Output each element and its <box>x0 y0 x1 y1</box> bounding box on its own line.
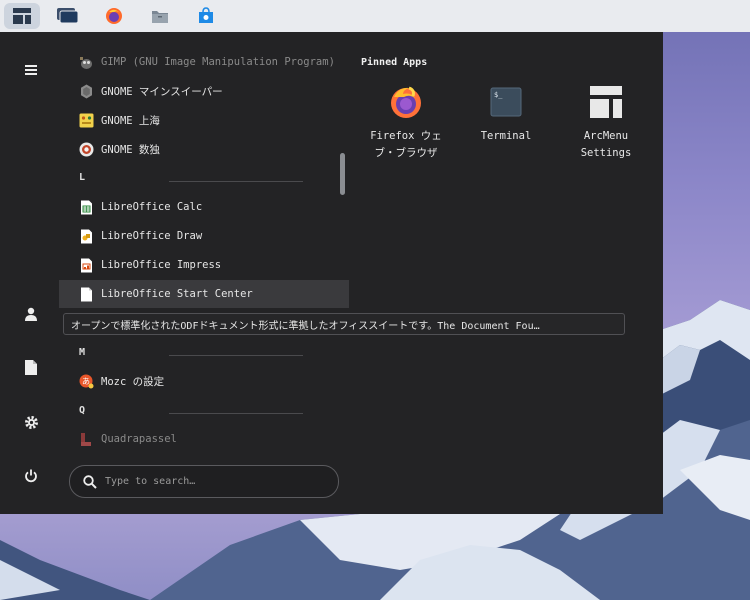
files-icon <box>152 11 168 23</box>
mozc-icon: あ <box>79 374 94 388</box>
software-icon <box>199 7 213 23</box>
gimp-icon <box>80 56 92 69</box>
power-icon <box>25 469 37 483</box>
user-icon <box>25 307 37 321</box>
firefox-launcher[interactable] <box>96 3 132 29</box>
files-launcher[interactable] <box>142 3 178 29</box>
terminal-icon: $_ <box>490 87 522 117</box>
svg-text:あ: あ <box>82 377 90 386</box>
power-button[interactable] <box>21 466 41 486</box>
app-label: LibreOffice Impress <box>101 259 222 271</box>
pinned-terminal[interactable]: $_ Terminal <box>456 82 556 145</box>
quadrapassel-icon <box>81 432 91 446</box>
pinned-label: Terminal <box>480 130 532 142</box>
app-list: GIMP (GNU Image Manipulation Program) GN… <box>59 32 349 452</box>
section-divider <box>169 355 303 356</box>
app-label: LibreOffice Start Center <box>101 288 253 300</box>
calc-icon <box>81 200 92 214</box>
app-gnome-mines[interactable]: GNOME マインスイーパー <box>59 77 349 105</box>
app-libreoffice-impress[interactable]: LibreOffice Impress <box>59 251 349 279</box>
app-label: GNOME 数独 <box>101 143 160 156</box>
sudoku-icon <box>79 142 94 156</box>
app-description-tooltip: オープンで標準化されたODFドキュメント形式に準拠したオフィススイートです。Th… <box>63 313 625 335</box>
firefox-icon <box>391 86 421 118</box>
arcmenu-button[interactable] <box>4 3 40 29</box>
app-libreoffice-calc[interactable]: LibreOffice Calc <box>59 193 349 221</box>
documents-button[interactable] <box>21 357 41 377</box>
top-panel <box>0 0 750 32</box>
arc-menu: GIMP (GNU Image Manipulation Program) GN… <box>0 32 663 514</box>
categories-button[interactable] <box>21 60 41 80</box>
app-mozc-settings[interactable]: あ Mozc の設定 <box>59 367 349 395</box>
mines-icon <box>81 84 92 98</box>
section-divider <box>169 413 303 414</box>
startcenter-icon <box>81 287 92 301</box>
mahjongg-icon <box>79 113 94 127</box>
app-label: Quadrapassel <box>101 433 177 445</box>
app-label: GIMP (GNU Image Manipulation Program) <box>101 56 335 68</box>
workspaces-icon <box>57 8 79 24</box>
pinned-arcmenu-settings[interactable]: ArcMenu Settings <box>556 82 656 162</box>
app-label: Mozc の設定 <box>101 375 165 388</box>
search-icon <box>83 474 97 489</box>
app-list-scrollbar[interactable] <box>340 153 345 195</box>
pinned-label: ArcMenu Settings <box>580 130 632 159</box>
software-launcher[interactable] <box>188 3 224 29</box>
app-gnome-sudoku[interactable]: GNOME 数独 <box>59 135 349 163</box>
app-gnome-mahjongg[interactable]: GNOME 上海 <box>59 106 349 134</box>
pinned-apps-title: Pinned Apps <box>361 57 428 68</box>
app-libreoffice-start-center[interactable]: LibreOffice Start Center <box>59 280 349 308</box>
app-label: LibreOffice Draw <box>101 230 203 242</box>
hamburger-icon <box>25 65 37 75</box>
svg-text:$_: $_ <box>494 91 503 99</box>
user-button[interactable] <box>21 304 41 324</box>
menu-sidebar <box>0 32 62 514</box>
section-header-m: M <box>79 347 86 358</box>
section-divider <box>169 181 303 182</box>
search-input[interactable] <box>105 476 315 487</box>
settings-button[interactable] <box>21 412 41 432</box>
search-box[interactable] <box>69 465 339 498</box>
pinned-firefox[interactable]: Firefox ウェブ・ブラウザ <box>356 82 456 162</box>
draw-icon <box>81 229 92 243</box>
firefox-icon <box>106 8 122 24</box>
document-icon <box>25 359 37 375</box>
impress-icon <box>81 258 92 272</box>
workspaces-button[interactable] <box>50 3 86 29</box>
section-header-q: Q <box>79 405 86 416</box>
pinned-label: Firefox ウェブ・ブラウザ <box>370 130 442 159</box>
settings-icon <box>24 415 38 429</box>
app-label: LibreOffice Calc <box>101 201 203 213</box>
arcmenu-settings-icon <box>590 86 622 118</box>
arcmenu-icon <box>13 8 31 24</box>
app-quadrapassel[interactable]: Quadrapassel <box>59 425 349 452</box>
app-label: GNOME 上海 <box>101 114 160 127</box>
app-libreoffice-draw[interactable]: LibreOffice Draw <box>59 222 349 250</box>
section-header-l: L <box>79 172 86 183</box>
app-gimp[interactable]: GIMP (GNU Image Manipulation Program) <box>59 48 349 76</box>
app-label: GNOME マインスイーパー <box>101 85 223 98</box>
